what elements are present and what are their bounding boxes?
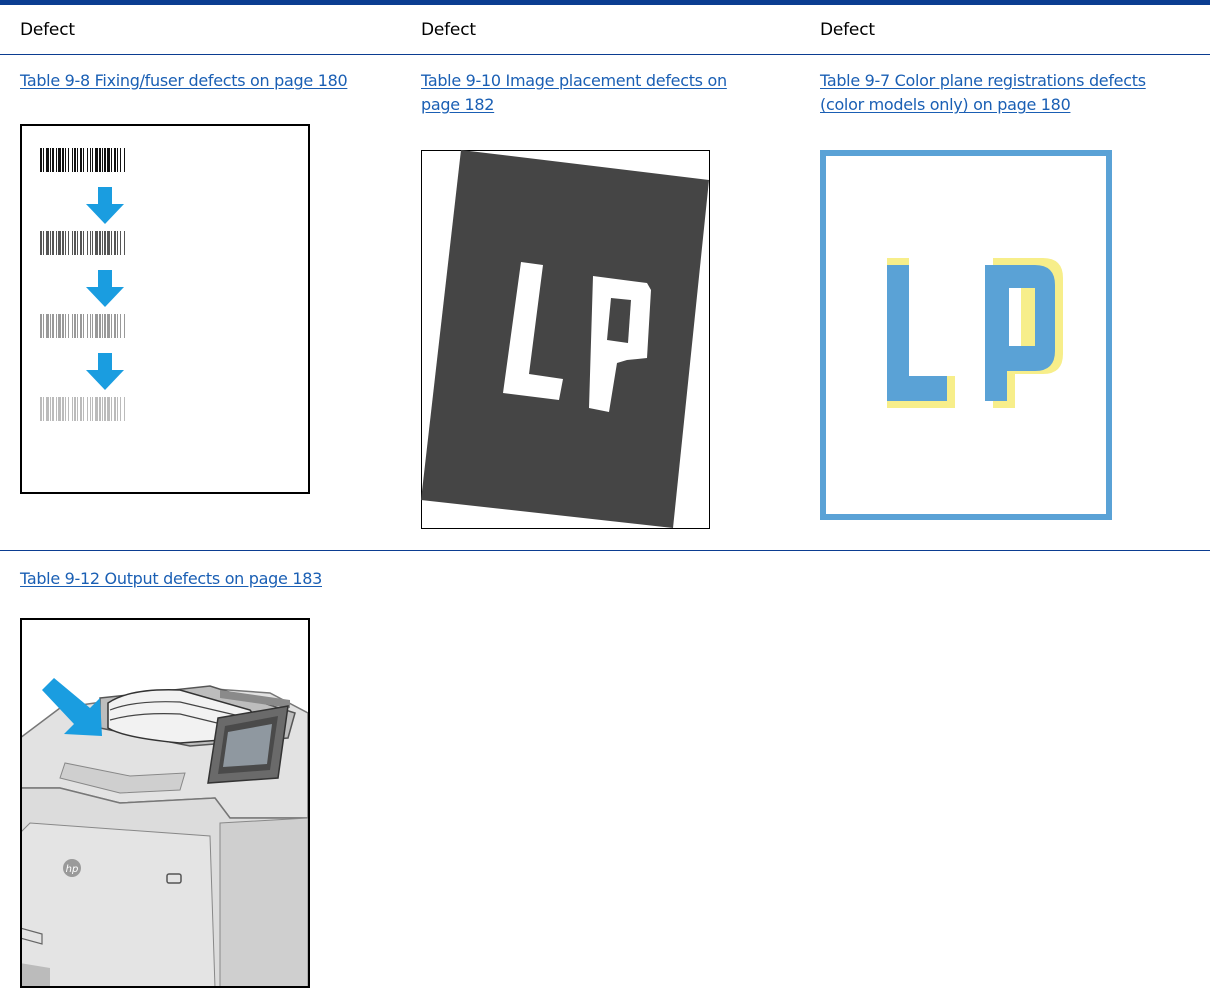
column-header-defect-2: Defect	[421, 20, 476, 40]
color-registration-defect-illustration	[820, 150, 1112, 520]
link-output-defects[interactable]: Table 9-12 Output defects on page 183	[20, 567, 400, 591]
link-color-plane-registration-defects[interactable]: Table 9-7 Color plane registrations defe…	[820, 69, 1190, 117]
header-divider	[0, 54, 1210, 55]
image-placement-defect-illustration	[421, 150, 711, 530]
output-defect-printer-illustration: hp	[20, 618, 310, 988]
table-top-rule	[0, 0, 1210, 5]
svg-text:hp: hp	[66, 864, 79, 875]
fuser-defect-illustration	[20, 124, 310, 494]
row-divider	[0, 550, 1210, 551]
link-image-placement-defects[interactable]: Table 9-10 Image placement defects on pa…	[421, 69, 766, 117]
column-header-defect-3: Defect	[820, 20, 875, 40]
link-fixing-fuser-defects[interactable]: Table 9-8 Fixing/fuser defects on page 1…	[20, 69, 400, 93]
column-header-defect-1: Defect	[20, 20, 75, 40]
